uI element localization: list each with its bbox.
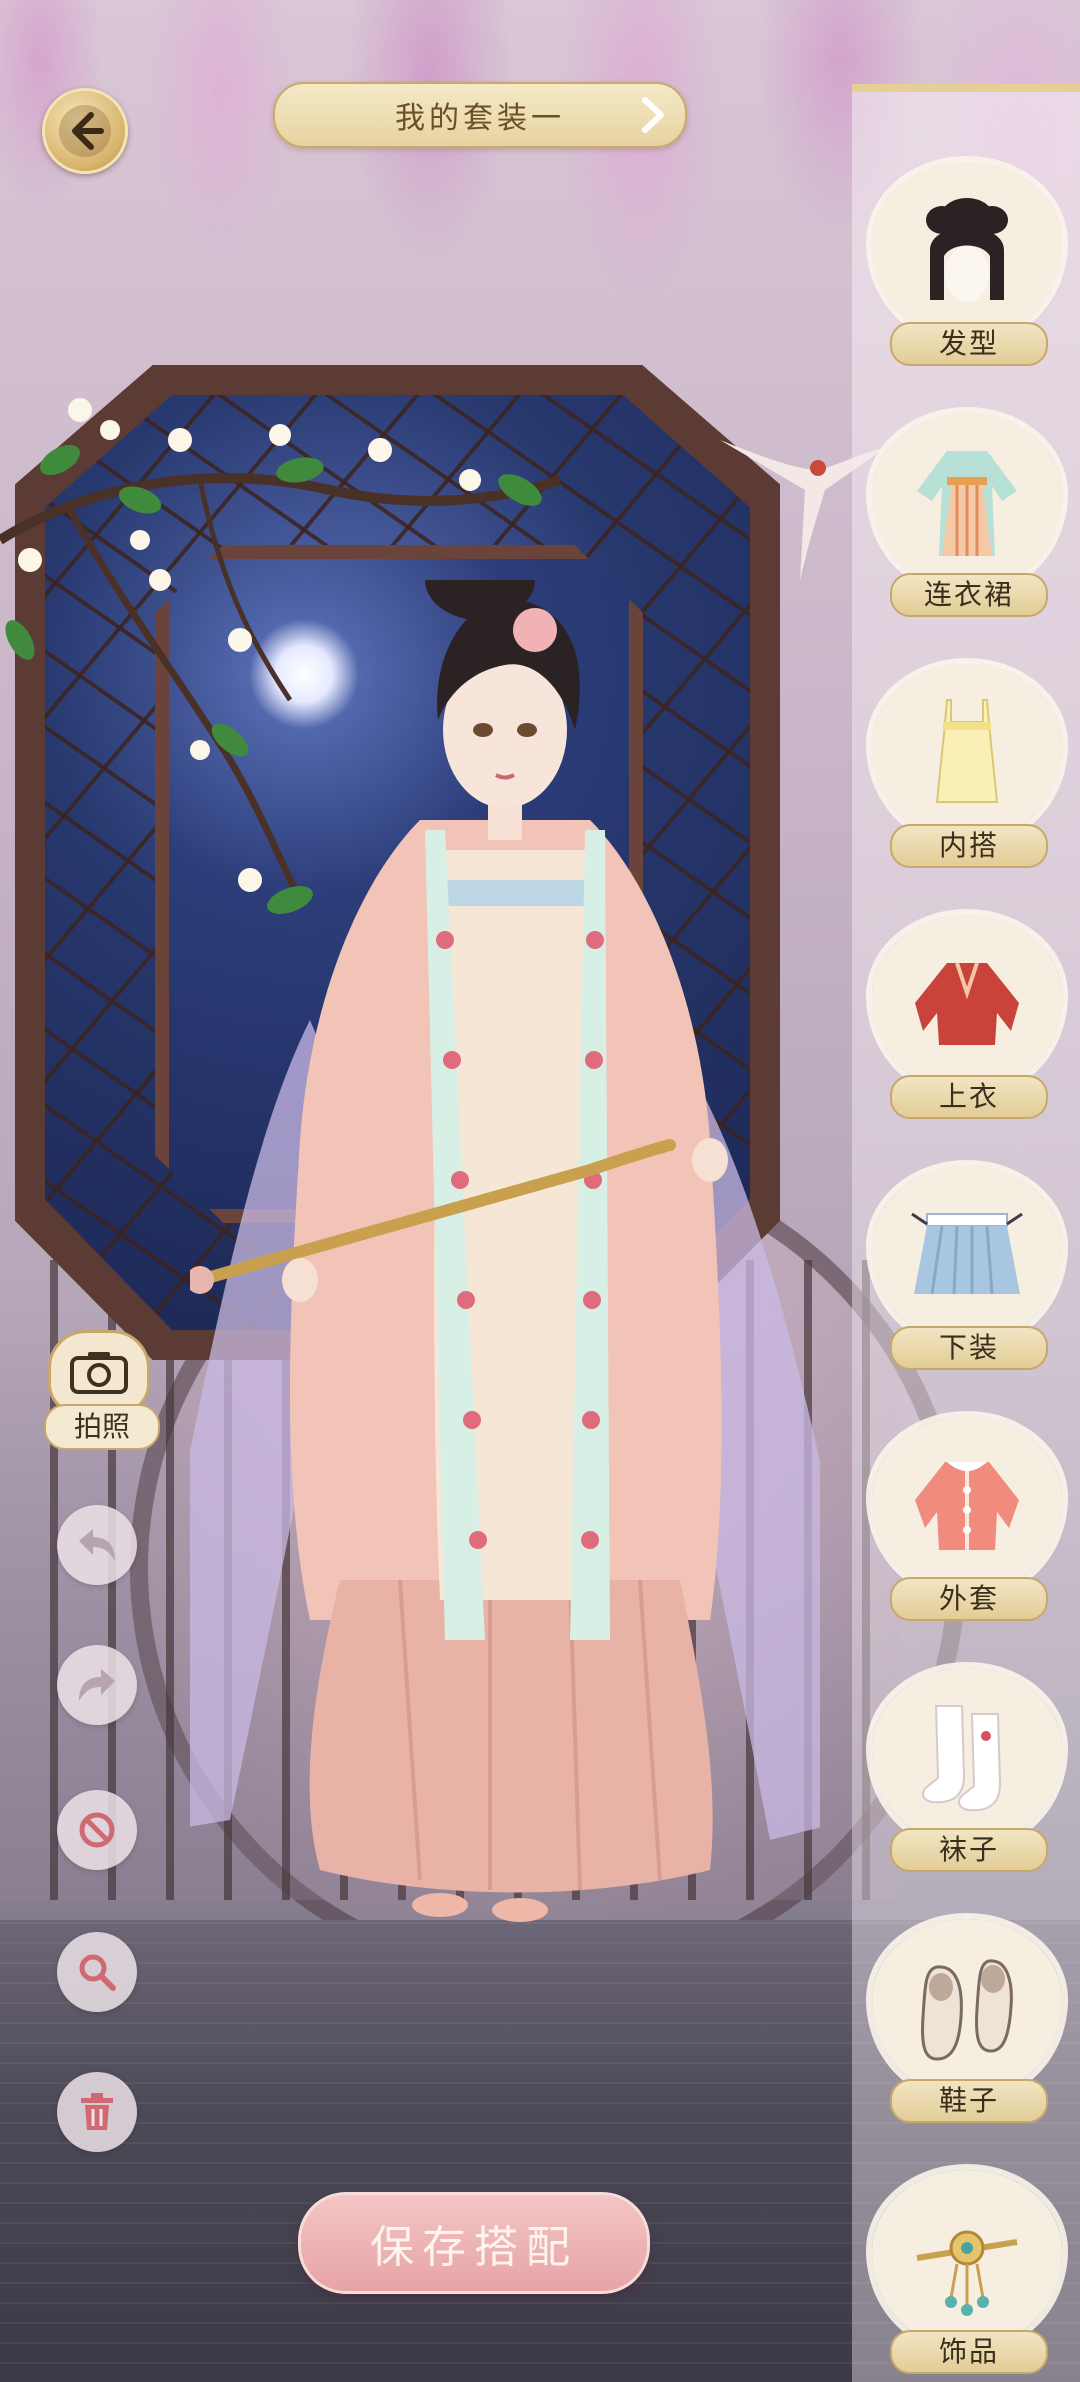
category-accessory-label: 饰品 xyxy=(890,2330,1048,2374)
category-inner-top-tile xyxy=(866,658,1068,846)
redo-button[interactable] xyxy=(57,1645,137,1725)
category-dress-tile xyxy=(866,407,1068,595)
save-outfit-button[interactable]: 保存搭配 xyxy=(298,2192,650,2294)
panel-top-border xyxy=(852,84,1080,92)
category-shoes-tile xyxy=(866,1913,1068,2101)
inner-top-icon xyxy=(935,699,999,803)
hairstyle-icon xyxy=(926,198,1008,302)
trash-icon xyxy=(81,2093,113,2130)
category-accessory-tile xyxy=(866,2164,1068,2352)
save-outfit-label: 保存搭配 xyxy=(370,2222,578,2273)
socks-icon xyxy=(922,1705,1002,1812)
category-socks[interactable]: 袜子 xyxy=(866,1662,1068,1878)
category-hairstyle[interactable]: 发型 xyxy=(866,156,1068,372)
skirt-icon xyxy=(911,1212,1023,1295)
category-hairstyle-label: 发型 xyxy=(890,322,1048,366)
zoom-button[interactable] xyxy=(57,1932,137,2012)
category-bottom-tile xyxy=(866,1160,1068,1348)
category-shoes-label: 鞋子 xyxy=(890,2079,1048,2123)
category-coat[interactable]: 外套 xyxy=(866,1411,1068,1627)
category-accessory[interactable]: 饰品 xyxy=(866,2164,1068,2380)
coat-icon xyxy=(915,1462,1019,1550)
category-coat-label: 外套 xyxy=(890,1577,1048,1621)
category-socks-label: 袜子 xyxy=(890,1828,1048,1872)
outfit-name-bar[interactable]: 我的套装一 xyxy=(273,82,687,148)
camera-button[interactable] xyxy=(48,1330,150,1414)
category-coat-tile xyxy=(866,1411,1068,1599)
jacket-icon xyxy=(915,962,1019,1045)
character-avatar[interactable] xyxy=(190,580,820,1980)
back-button[interactable] xyxy=(42,88,128,174)
category-top[interactable]: 上衣 xyxy=(866,909,1068,1125)
magnifier-icon xyxy=(79,1954,116,1991)
category-top-label: 上衣 xyxy=(890,1075,1048,1119)
undo-button[interactable] xyxy=(57,1505,137,1585)
category-bottom[interactable]: 下装 xyxy=(866,1160,1068,1376)
camera-icon xyxy=(70,1352,128,1394)
dress-icon xyxy=(917,451,1017,556)
category-dress[interactable]: 连衣裙 xyxy=(866,407,1068,623)
outfit-title: 我的套装一 xyxy=(395,101,565,136)
category-shoes[interactable]: 鞋子 xyxy=(866,1913,1068,2129)
category-inner-top-label: 内搭 xyxy=(890,824,1048,868)
category-inner-top[interactable]: 内搭 xyxy=(866,658,1068,874)
ban-icon xyxy=(79,1812,115,1848)
clear-button[interactable] xyxy=(57,1790,137,1870)
undo-icon xyxy=(79,1529,115,1561)
category-bottom-label: 下装 xyxy=(890,1326,1048,1370)
category-hairstyle-tile xyxy=(866,156,1068,344)
category-socks-tile xyxy=(866,1662,1068,1850)
category-top-tile xyxy=(866,909,1068,1097)
hairpin-icon xyxy=(916,2230,1018,2316)
category-dress-label: 连衣裙 xyxy=(890,573,1048,617)
back-arrow-icon xyxy=(59,105,111,157)
chevron-right-icon[interactable] xyxy=(639,96,667,134)
redo-icon xyxy=(79,1669,115,1701)
shoes-icon xyxy=(921,1959,1013,2061)
camera-label[interactable]: 拍照 xyxy=(44,1404,160,1450)
delete-button[interactable] xyxy=(57,2072,137,2152)
